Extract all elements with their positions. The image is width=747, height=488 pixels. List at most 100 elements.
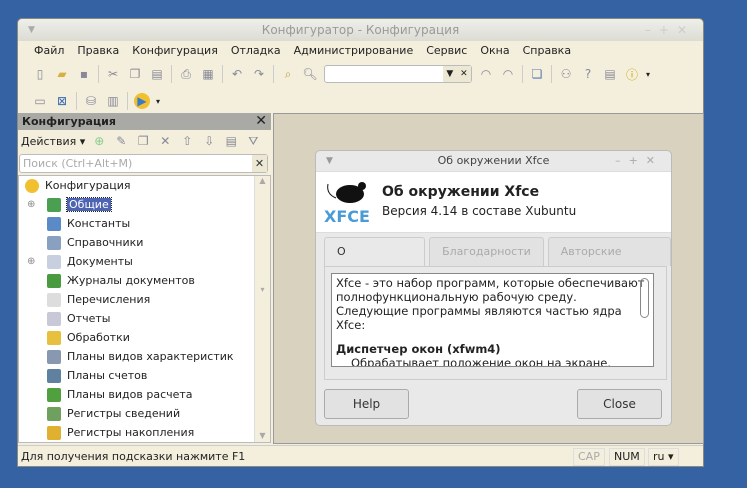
dialog-header: XFCE Об окружении Xfce Версия 4.14 в сос… [316, 171, 671, 233]
tree-node-icon [47, 349, 61, 364]
actions-menu[interactable]: Действия ▾ [21, 135, 85, 148]
save-icon[interactable]: ▪ [76, 66, 92, 82]
preview-icon[interactable]: ▦ [200, 66, 216, 82]
copy-item-icon[interactable]: ❐ [135, 133, 151, 149]
tree-item-label: Регистры накопления [67, 426, 195, 439]
search-input[interactable]: Поиск (Ctrl+Alt+M) ✕ [19, 154, 268, 173]
toolbar-main: ▯ ▰ ▪ ✂ ❐ ▤ ⎙ ▦ ↶ ↷ ⌕ 🔍︎ ▼ ✕ ◠ ◠ ❏ ⚇? ▤ ⓘ ▾ [18, 62, 703, 86]
clear-search-icon[interactable]: ✕ [252, 155, 267, 172]
tree-scrollbar[interactable]: ▲ ▾ ▼ [254, 176, 270, 442]
tree-item[interactable]: Перечисления [19, 290, 270, 309]
info-icon[interactable]: ⓘ [624, 66, 640, 82]
find-prev-icon[interactable]: ◠ [500, 66, 516, 82]
search-icon[interactable]: 🔍︎ [302, 66, 318, 82]
menu-item-7[interactable]: Справка [523, 44, 571, 57]
tree-node-icon [47, 273, 61, 288]
tree-item-label: Обработки [67, 331, 130, 344]
chevron-down-icon[interactable]: ▼ [446, 69, 453, 79]
clear-icon[interactable]: ✕ [460, 69, 468, 79]
tree-item[interactable]: Регистры накопления [19, 423, 270, 442]
tree-item[interactable]: Планы видов расчета [19, 385, 270, 404]
sort-icon[interactable]: ▤ [223, 133, 239, 149]
language-selector[interactable]: ru ▾ [648, 448, 679, 466]
dialog-heading: Об окружении Xfce [382, 184, 540, 200]
filter-icon[interactable]: ⛛ [245, 133, 261, 149]
tree-item[interactable]: Отчеты [19, 309, 270, 328]
close-icon[interactable]: ✕ [255, 113, 267, 130]
move-down-icon[interactable]: ⇩ [201, 133, 217, 149]
redo-icon[interactable]: ↷ [251, 66, 267, 82]
window-menu-icon[interactable]: ▼ [28, 19, 35, 41]
delete-icon[interactable]: ✕ [157, 133, 173, 149]
find-in-files-icon[interactable]: ⌕ [280, 66, 296, 82]
status-hint: Для получения подсказки нажмите F1 [21, 450, 246, 463]
tree-item[interactable]: Справочники [19, 233, 270, 252]
menu-item-2[interactable]: Конфигурация [132, 44, 218, 57]
window-controls[interactable]: –+✕ [645, 19, 695, 41]
menu-item-3[interactable]: Отладка [231, 44, 281, 57]
tree-item[interactable]: ⊕ Общие [19, 195, 270, 214]
print-icon[interactable]: ⎙ [178, 66, 194, 82]
search-combo[interactable]: ▼ ✕ [324, 65, 472, 83]
tree-item[interactable]: Конфигурация [19, 176, 270, 195]
edit-icon[interactable]: ✎ [113, 133, 129, 149]
window-title: Конфигуратор - Конфигурация [261, 23, 460, 37]
cut-icon[interactable]: ✂ [105, 66, 121, 82]
window-menu-icon[interactable]: ▼ [326, 151, 333, 171]
tree-item[interactable]: Константы [19, 214, 270, 233]
assistant-icon[interactable]: ⚇ [558, 66, 574, 82]
menu-item-5[interactable]: Сервис [426, 44, 467, 57]
tab-copyright[interactable]: Авторские права [547, 237, 671, 286]
tree-item-label: Планы видов расчета [67, 388, 193, 401]
windows-icon[interactable]: ❏ [529, 66, 545, 82]
paste-icon[interactable]: ▤ [149, 66, 165, 82]
xfce-logo: XFCE [324, 182, 370, 226]
text-scrollbar[interactable] [640, 278, 649, 318]
help-button[interactable]: Help [324, 389, 409, 419]
menu-item-1[interactable]: Правка [77, 44, 119, 57]
tree-item[interactable]: Регистры сведений [19, 404, 270, 423]
tree-node-icon [25, 178, 39, 193]
expand-icon[interactable]: ⊕ [27, 199, 35, 210]
tree-item-label: Отчеты [67, 312, 111, 325]
undo-icon[interactable]: ↶ [229, 66, 245, 82]
add-icon[interactable]: ⊕ [91, 133, 107, 149]
toolbar-secondary: ▭ ⊠ ⛁ ▥ ▶ ▾ [18, 89, 703, 113]
tree-item[interactable]: Обработки [19, 328, 270, 347]
tree-item-label: Регистры сведений [67, 407, 181, 420]
tree-item[interactable]: Планы видов характеристик [19, 347, 270, 366]
tab-credits[interactable]: Благодарности [429, 237, 544, 266]
menu-bar: Файл Правка Конфигурация Отладка Администрир… [18, 41, 703, 59]
menu-item-6[interactable]: Окна [480, 44, 509, 57]
tree-item-label: Справочники [67, 236, 144, 249]
notes-icon[interactable]: ▤ [602, 66, 618, 82]
help-search-icon[interactable]: ? [580, 66, 596, 82]
config-icon[interactable]: ▭ [32, 93, 48, 109]
status-bar: Для получения подсказки нажмите F1 CAP N… [18, 445, 703, 467]
new-icon[interactable]: ▯ [32, 66, 48, 82]
tree-item-label: Конфигурация [45, 179, 131, 192]
run-debug-icon[interactable]: ▶ [134, 93, 150, 109]
find-next-icon[interactable]: ◠ [478, 66, 494, 82]
tree-node-icon [47, 235, 61, 250]
section-title: Диспетчер окон (xfwm4) [336, 342, 501, 356]
tree-item[interactable]: ⊕ Документы [19, 252, 270, 271]
tree-item[interactable]: Журналы документов [19, 271, 270, 290]
open-icon[interactable]: ▰ [54, 66, 70, 82]
tree-node-icon [47, 254, 61, 269]
dialog-controls[interactable]: –+✕ [615, 151, 663, 171]
copy-icon[interactable]: ❐ [127, 66, 143, 82]
tree-item[interactable]: Планы счетов [19, 366, 270, 385]
menu-item-0[interactable]: Файл [34, 44, 64, 57]
form-icon[interactable]: ▥ [105, 93, 121, 109]
tree-node-icon [47, 197, 61, 212]
database-icon[interactable]: ⛁ [83, 93, 99, 109]
menu-item-4[interactable]: Администрирование [294, 44, 414, 57]
expand-icon[interactable]: ⊕ [27, 256, 35, 267]
tab-about[interactable]: О программе [324, 237, 426, 286]
tree-node-icon [47, 311, 61, 326]
compare-icon[interactable]: ⊠ [54, 93, 70, 109]
tree-node-icon [47, 425, 61, 440]
move-up-icon[interactable]: ⇧ [179, 133, 195, 149]
close-button[interactable]: Close [577, 389, 662, 419]
